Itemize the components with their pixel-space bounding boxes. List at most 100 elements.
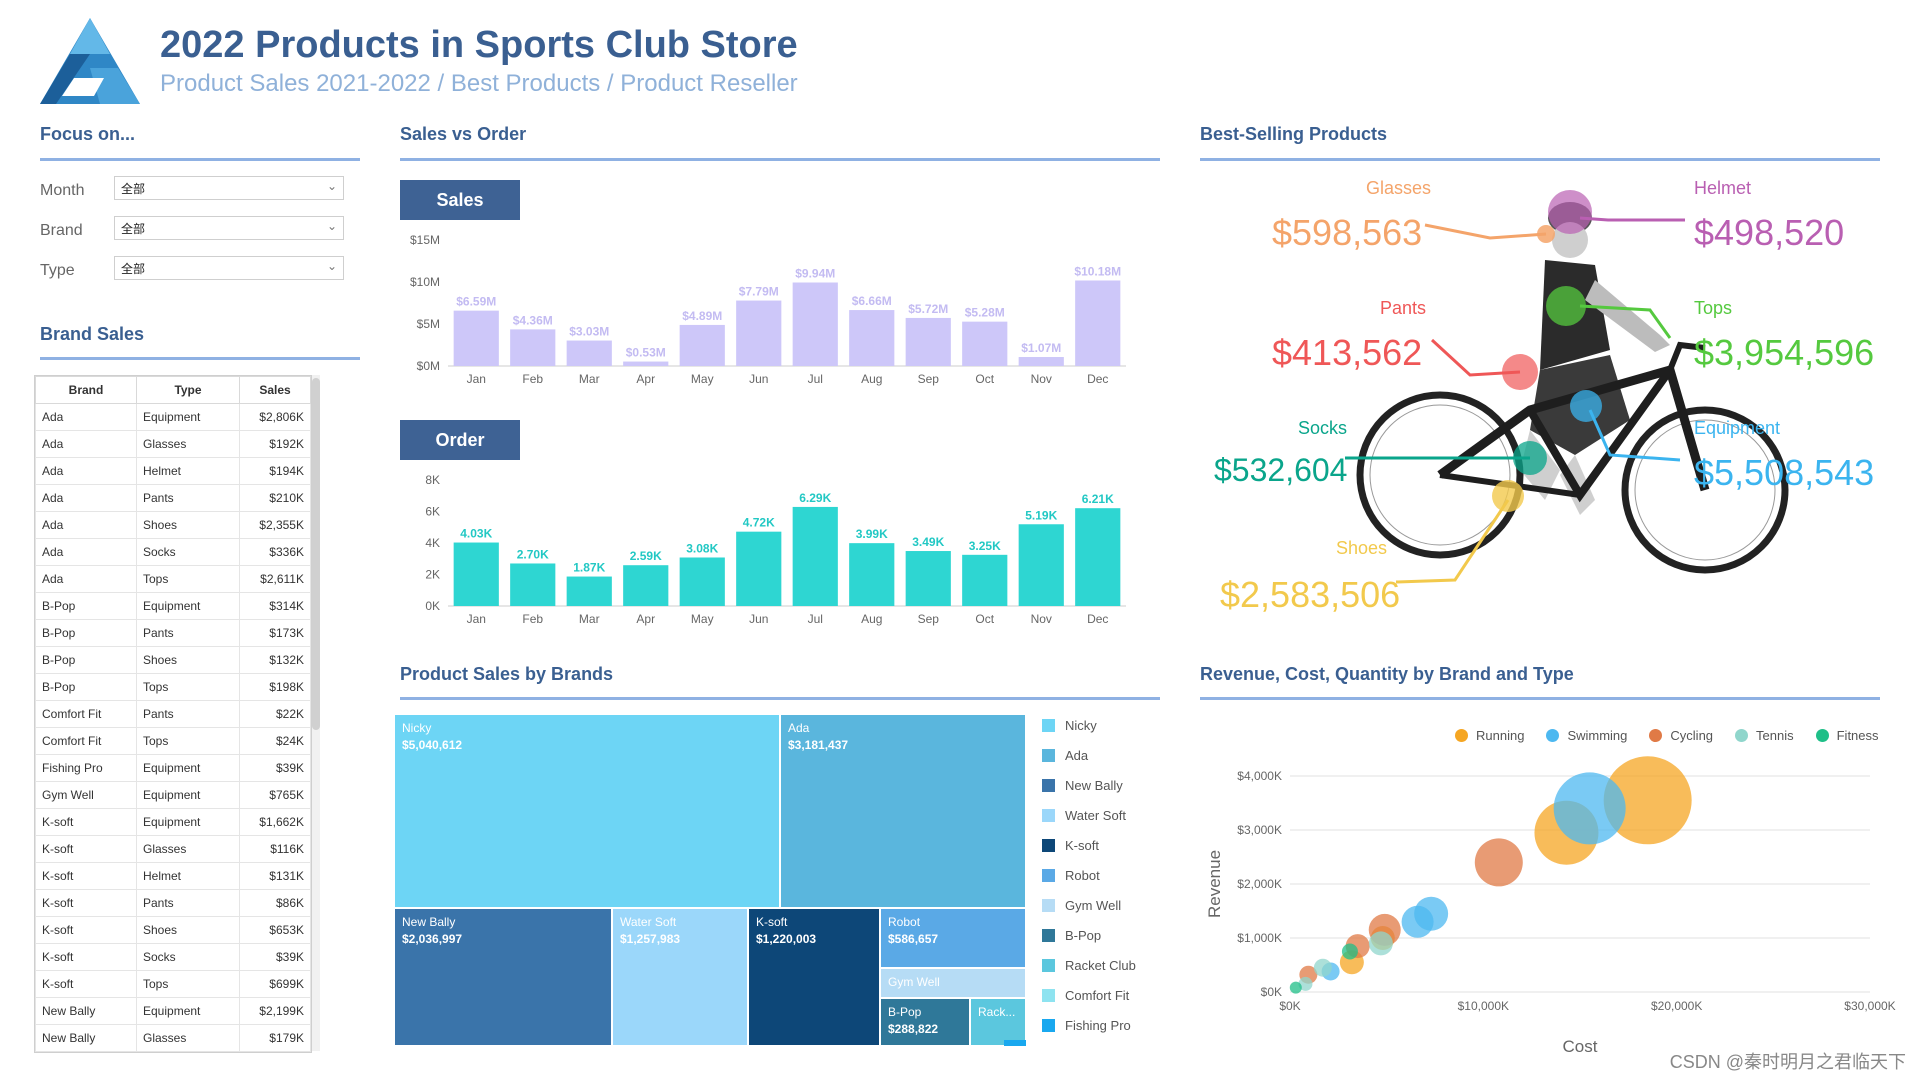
bar[interactable] [1018,357,1064,366]
bar[interactable] [566,576,612,606]
scatter-legend-item[interactable]: Running [1455,728,1524,743]
col-header-brand[interactable]: Brand [35,376,137,404]
cell-type: Shoes [136,511,240,539]
data-label: $1.07M [1021,341,1061,355]
legend-item[interactable]: Water Soft [1042,800,1162,830]
bar[interactable] [849,310,895,366]
scatter-legend-item[interactable]: Cycling [1649,728,1713,743]
table-row[interactable]: New Bally Equipment $2,199K [35,997,311,1025]
cell-sales: $173K [239,619,311,647]
scatter-point[interactable] [1341,943,1358,960]
treemap-cell[interactable]: Water Soft $1,257,983 [612,908,748,1046]
col-header-sales[interactable]: Sales [239,376,311,404]
table-row[interactable]: Comfort Fit Pants $22K [35,700,311,728]
bar[interactable] [792,282,838,366]
table-row[interactable]: Ada Shoes $2,355K [35,511,311,539]
scatter-point[interactable] [1289,981,1302,994]
col-header-type[interactable]: Type [136,376,240,404]
treemap-cell[interactable]: Robot $586,657 [880,908,1026,968]
table-row[interactable]: K-soft Equipment $1,662K [35,808,311,836]
table-row[interactable]: B-Pop Equipment $314K [35,592,311,620]
scatter-legend-item[interactable]: Tennis [1735,728,1794,743]
scatter-point[interactable] [1553,772,1626,845]
table-scrollbar-thumb[interactable] [312,378,320,730]
bar[interactable] [453,310,499,366]
brand-select[interactable]: 全部 ⌄ [114,216,344,240]
data-label: 6.29K [799,491,831,505]
table-row[interactable]: Ada Pants $210K [35,484,311,512]
legend-item[interactable]: Fishing Pro [1042,1010,1162,1040]
x-tick-label: Mar [579,612,600,626]
legend-item[interactable]: Ada [1042,740,1162,770]
table-row[interactable]: K-soft Pants $86K [35,889,311,917]
scatter-legend-item[interactable]: Fitness [1815,728,1879,743]
legend-item[interactable]: Nicky [1042,710,1162,740]
table-row[interactable]: Ada Equipment $2,806K [35,403,311,431]
table-row[interactable]: K-soft Tops $699K [35,970,311,998]
cell-type: Pants [136,484,240,512]
type-select-value: 全部 [121,262,146,276]
scatter-point[interactable] [1368,931,1393,956]
table-row[interactable]: Ada Glasses $192K [35,430,311,458]
table-row[interactable]: Gym Well Equipment $765K [35,781,311,809]
bar[interactable] [679,557,725,606]
bar[interactable] [962,554,1008,606]
type-select[interactable]: 全部 ⌄ [114,256,344,280]
scatter-point[interactable] [1313,958,1332,977]
legend-item[interactable]: Robot [1042,860,1162,890]
table-row[interactable]: Ada Tops $2,611K [35,565,311,593]
table-row[interactable]: K-soft Socks $39K [35,943,311,971]
legend-item[interactable]: B-Pop [1042,920,1162,950]
table-row[interactable]: K-soft Glasses $116K [35,835,311,863]
table-row[interactable]: Ada Socks $336K [35,538,311,566]
bar[interactable] [623,565,669,606]
data-label: $4.36M [513,313,553,327]
bar[interactable] [566,340,612,366]
bar[interactable] [1018,524,1064,606]
legend-item[interactable]: Racket Club [1042,950,1162,980]
legend-item[interactable]: Gym Well [1042,890,1162,920]
bar[interactable] [510,563,556,606]
legend-item[interactable]: K-soft [1042,830,1162,860]
bar[interactable] [792,506,838,606]
scatter-point[interactable] [1401,905,1434,938]
order-tab[interactable]: Order [400,420,520,460]
legend-label: Robot [1065,867,1100,883]
bar[interactable] [623,361,669,366]
treemap-cell[interactable]: B-Pop $288,822 [880,998,970,1046]
bar[interactable] [905,317,951,366]
legend-item[interactable]: Comfort Fit [1042,980,1162,1010]
treemap-cell[interactable]: Ada $3,181,437 [780,714,1026,908]
treemap-cell[interactable]: K-soft $1,220,003 [748,908,880,1046]
month-select[interactable]: 全部 ⌄ [114,176,344,200]
bar[interactable] [510,329,556,366]
scatter-legend-item[interactable]: Swimming [1546,728,1627,743]
sales-tab[interactable]: Sales [400,180,520,220]
table-row[interactable]: B-Pop Tops $198K [35,673,311,701]
table-row[interactable]: K-soft Helmet $131K [35,862,311,890]
bar[interactable] [849,543,895,606]
treemap-cell[interactable]: Gym Well [880,968,1026,998]
bar[interactable] [736,531,782,606]
bar[interactable] [1075,280,1121,366]
table-row[interactable]: New Bally Glasses $179K [35,1024,311,1052]
treemap-cell-small[interactable] [1004,1040,1026,1046]
table-row[interactable]: K-soft Shoes $653K [35,916,311,944]
treemap-cell[interactable]: Nicky $5,040,612 [394,714,780,908]
bar[interactable] [736,300,782,366]
bar[interactable] [962,321,1008,366]
table-row[interactable]: Fishing Pro Equipment $39K [35,754,311,782]
table-row[interactable]: B-Pop Pants $173K [35,619,311,647]
treemap-cell[interactable]: New Bally $2,036,997 [394,908,612,1046]
table-row[interactable]: B-Pop Shoes $132K [35,646,311,674]
table-row[interactable]: Ada Helmet $194K [35,457,311,485]
table-row[interactable]: Comfort Fit Tops $24K [35,727,311,755]
bar[interactable] [905,551,951,606]
legend-item[interactable]: New Bally [1042,770,1162,800]
bar[interactable] [1075,508,1121,606]
treemap-cell[interactable]: Rack... [970,998,1026,1046]
bar[interactable] [453,542,499,606]
cell-type: Tops [136,727,240,755]
bar[interactable] [679,324,725,366]
scatter-point[interactable] [1474,838,1523,887]
